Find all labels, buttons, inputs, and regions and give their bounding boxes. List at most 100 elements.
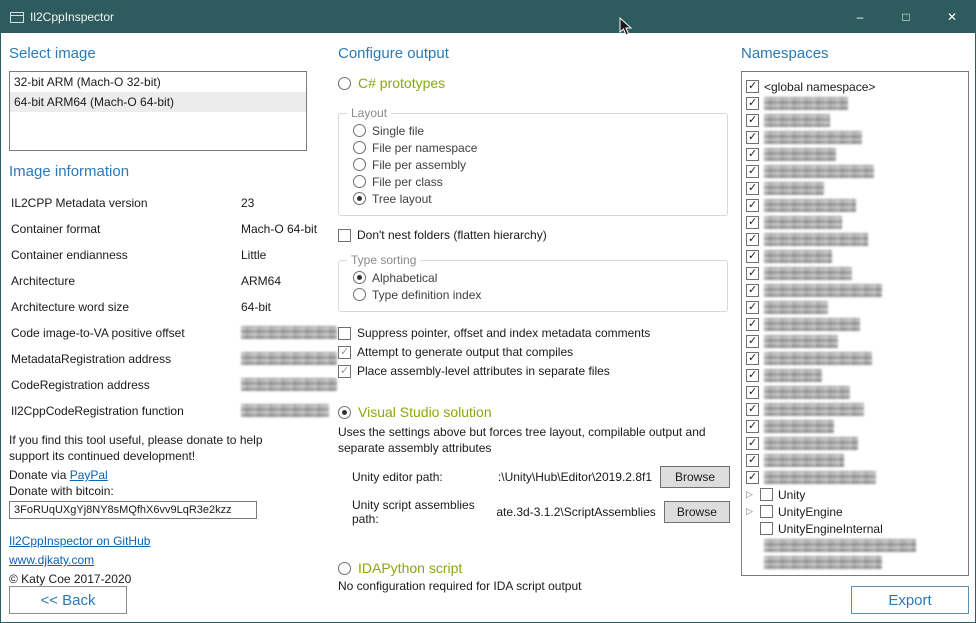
visual-studio-option[interactable]: Visual Studio solution <box>338 404 730 420</box>
script-assemblies-browse-button[interactable]: Browse <box>664 501 730 523</box>
namespace-row[interactable]: ▷ UnityEngineInternal <box>746 520 964 537</box>
namespace-row[interactable]: ▷ UnityEngine <box>746 503 964 520</box>
namespace-row[interactable]: ▷ <box>746 231 964 248</box>
layout-option[interactable]: File per assembly <box>353 156 717 173</box>
namespace-row[interactable]: ▷ <box>746 316 964 333</box>
namespace-checkbox[interactable] <box>760 522 773 535</box>
layout-option[interactable]: Tree layout <box>353 190 717 207</box>
website-link[interactable]: www.djkaty.com <box>9 553 94 567</box>
namespace-row[interactable]: ▷ <box>746 418 964 435</box>
namespace-checkbox[interactable] <box>746 97 759 110</box>
namespace-row[interactable]: ▷ <box>746 146 964 163</box>
layout-option-radio[interactable] <box>353 158 366 171</box>
namespace-checkbox[interactable] <box>746 267 759 280</box>
namespace-checkbox[interactable] <box>746 301 759 314</box>
image-list-item[interactable]: 64-bit ARM64 (Mach-O 64-bit) <box>10 92 306 112</box>
namespace-row[interactable]: ▷ <box>746 554 964 571</box>
namespace-checkbox[interactable] <box>746 437 759 450</box>
namespace-row[interactable]: ▷ <box>746 180 964 197</box>
namespace-row[interactable]: ▷ <box>746 435 964 452</box>
namespace-checkbox[interactable] <box>746 250 759 263</box>
compilable-output-option[interactable]: Attempt to generate output that compiles <box>338 345 730 359</box>
unity-editor-browse-button[interactable]: Browse <box>660 466 730 488</box>
namespace-checkbox[interactable] <box>746 80 759 93</box>
namespace-row[interactable]: ▷ <box>746 265 964 282</box>
namespace-checkbox[interactable] <box>746 131 759 144</box>
sorting-option-radio[interactable] <box>353 288 366 301</box>
namespace-row[interactable]: ▷ Unity <box>746 486 964 503</box>
suppress-comments-checkbox[interactable] <box>338 327 351 340</box>
layout-option[interactable]: Single file <box>353 122 717 139</box>
namespace-row[interactable]: ▷ <box>746 384 964 401</box>
image-list-item[interactable]: 32-bit ARM (Mach-O 32-bit) <box>10 72 306 92</box>
namespace-row[interactable]: ▷ <box>746 214 964 231</box>
image-listbox[interactable]: 32-bit ARM (Mach-O 32-bit) 64-bit ARM64 … <box>9 71 307 151</box>
github-link[interactable]: Il2CppInspector on GitHub <box>9 534 150 548</box>
sorting-option[interactable]: Alphabetical <box>353 269 717 286</box>
maximize-button[interactable]: □ <box>883 1 929 33</box>
flatten-hierarchy-option[interactable]: Don't nest folders (flatten hierarchy) <box>338 228 730 242</box>
namespace-checkbox[interactable] <box>746 369 759 382</box>
expander-icon[interactable]: ▷ <box>746 503 755 520</box>
csharp-prototypes-radio[interactable] <box>338 77 351 90</box>
layout-option-radio[interactable] <box>353 192 366 205</box>
idapython-option[interactable]: IDAPython script <box>338 560 730 576</box>
layout-option-radio[interactable] <box>353 141 366 154</box>
namespace-checkbox[interactable] <box>746 386 759 399</box>
namespace-row[interactable]: ▷ <box>746 469 964 486</box>
namespace-checkbox[interactable] <box>746 182 759 195</box>
namespace-checkbox[interactable] <box>746 454 759 467</box>
back-button[interactable]: << Back <box>9 586 127 614</box>
export-button[interactable]: Export <box>851 586 969 614</box>
namespace-checkbox[interactable] <box>746 420 759 433</box>
namespace-row[interactable]: ▷ <box>746 129 964 146</box>
layout-option-radio[interactable] <box>353 124 366 137</box>
namespace-row[interactable]: ▷ <box>746 401 964 418</box>
separate-attributes-checkbox[interactable] <box>338 365 351 378</box>
flatten-hierarchy-checkbox[interactable] <box>338 229 351 242</box>
namespace-checkbox[interactable] <box>746 114 759 127</box>
namespace-checkbox[interactable] <box>746 471 759 484</box>
script-assemblies-path-value[interactable]: ate.3d-3.1.2\ScriptAssemblies <box>496 505 655 519</box>
namespace-row[interactable]: ▷ <box>746 367 964 384</box>
sorting-option[interactable]: Type definition index <box>353 286 717 303</box>
namespace-checkbox[interactable] <box>746 148 759 161</box>
namespace-row[interactable]: ▷ <box>746 350 964 367</box>
visual-studio-radio[interactable] <box>338 406 351 419</box>
layout-option[interactable]: File per namespace <box>353 139 717 156</box>
namespace-checkbox[interactable] <box>746 403 759 416</box>
layout-option-radio[interactable] <box>353 175 366 188</box>
compilable-output-checkbox[interactable] <box>338 346 351 359</box>
suppress-comments-option[interactable]: Suppress pointer, offset and index metad… <box>338 326 730 340</box>
unity-editor-path-value[interactable]: :\Unity\Hub\Editor\2019.2.8f1 <box>498 470 652 484</box>
namespace-checkbox[interactable] <box>760 488 773 501</box>
namespace-row[interactable]: ▷ <box>746 197 964 214</box>
namespace-row[interactable]: ▷ <box>746 163 964 180</box>
namespace-checkbox[interactable] <box>746 284 759 297</box>
namespace-checkbox[interactable] <box>746 318 759 331</box>
namespace-row[interactable]: ▷ <box>746 333 964 350</box>
bitcoin-address-input[interactable]: 3FoRUqUXgYj8NY8sMQfhX6vv9LqR3e2kzz <box>9 501 257 519</box>
namespace-checkbox[interactable] <box>746 352 759 365</box>
namespace-checkbox[interactable] <box>760 505 773 518</box>
sorting-option-radio[interactable] <box>353 271 366 284</box>
namespace-row[interactable]: ▷ <box>746 537 964 554</box>
idapython-radio[interactable] <box>338 562 351 575</box>
namespaces-list[interactable]: ▷ <global namespace> ▷ ▷ <box>741 71 969 576</box>
separate-attributes-option[interactable]: Place assembly-level attributes in separ… <box>338 364 730 378</box>
namespace-checkbox[interactable] <box>746 216 759 229</box>
namespace-checkbox[interactable] <box>746 335 759 348</box>
layout-option[interactable]: File per class <box>353 173 717 190</box>
close-button[interactable]: ✕ <box>929 1 975 33</box>
namespace-row[interactable]: ▷ <global namespace> <box>746 78 964 95</box>
namespace-row[interactable]: ▷ <box>746 299 964 316</box>
namespace-row[interactable]: ▷ <box>746 112 964 129</box>
namespace-checkbox[interactable] <box>746 165 759 178</box>
paypal-link[interactable]: PayPal <box>70 468 108 482</box>
expander-icon[interactable]: ▷ <box>746 486 755 503</box>
namespace-checkbox[interactable] <box>746 199 759 212</box>
namespace-row[interactable]: ▷ <box>746 248 964 265</box>
minimize-button[interactable]: – <box>837 1 883 33</box>
namespace-row[interactable]: ▷ <box>746 95 964 112</box>
namespace-checkbox[interactable] <box>746 233 759 246</box>
